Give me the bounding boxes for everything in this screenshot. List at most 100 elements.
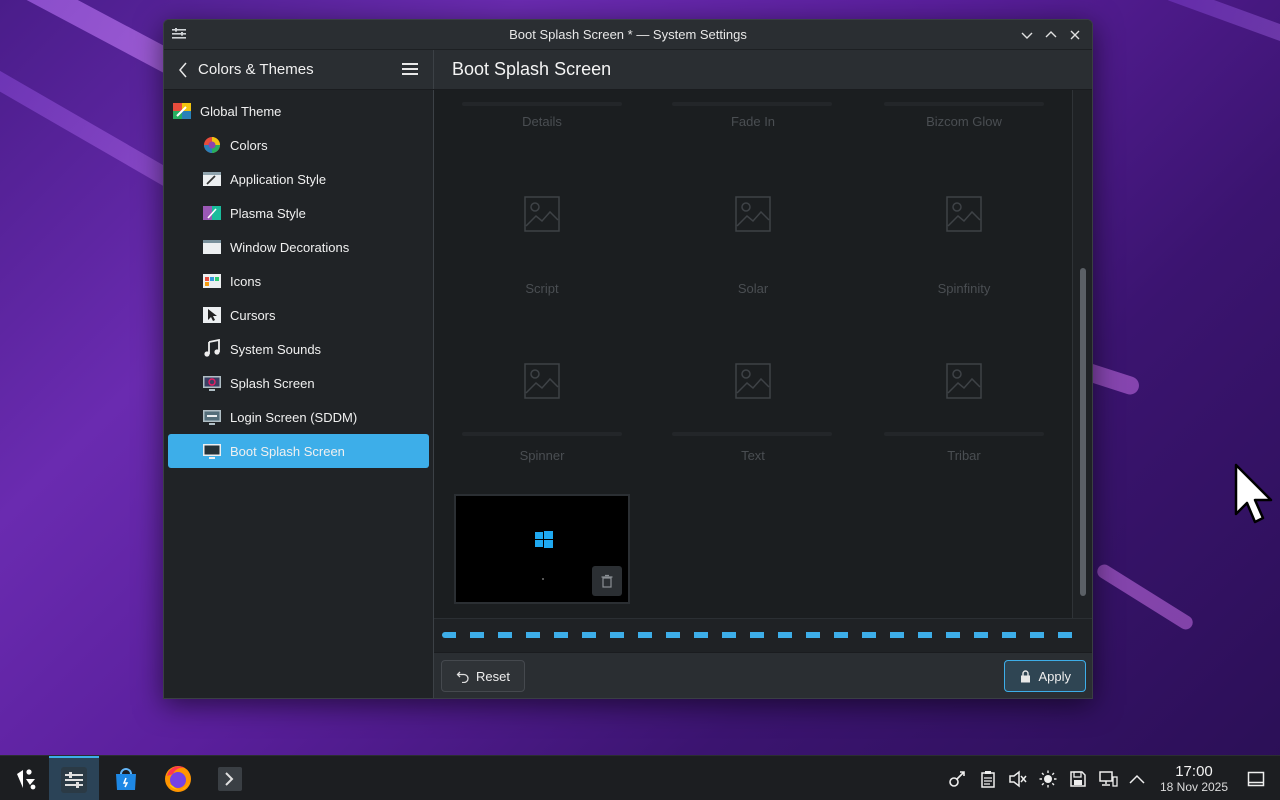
image-placeholder-icon[interactable] — [735, 196, 771, 232]
sidebar-item-label: Cursors — [230, 307, 276, 323]
scrollbar-thumb[interactable] — [1080, 268, 1086, 596]
theme-label-fade-in[interactable]: Fade In — [663, 114, 843, 129]
theme-label-details[interactable]: Details — [452, 114, 632, 129]
sidebar-item-window-decorations[interactable]: Window Decorations — [168, 230, 429, 264]
chevron-left-icon — [179, 62, 187, 77]
terminal-icon — [218, 766, 242, 791]
maximize-button[interactable] — [1040, 24, 1062, 46]
sidebar-item-label: Login Screen (SDDM) — [230, 409, 358, 425]
image-placeholder-icon[interactable] — [735, 363, 771, 399]
taskbar-system-settings[interactable] — [49, 756, 99, 800]
theme-label-solar[interactable]: Solar — [663, 281, 843, 296]
taskbar-firefox[interactable] — [153, 756, 203, 800]
minimize-button[interactable] — [1016, 24, 1038, 46]
close-button[interactable] — [1064, 24, 1086, 46]
sidebar-item-splash-screen[interactable]: Splash Screen — [168, 366, 429, 400]
progress-dot — [542, 578, 544, 580]
tray-clipboard[interactable] — [977, 768, 999, 790]
apply-label: Apply — [1038, 668, 1071, 684]
footer-bar: Reset Apply — [434, 652, 1092, 698]
sidebar-item-colors[interactable]: Colors — [168, 128, 429, 162]
tray-disks[interactable] — [1067, 768, 1089, 790]
kde-connect-icon — [949, 771, 965, 787]
global-theme-icon — [173, 103, 191, 119]
theme-label-spinfinity[interactable]: Spinfinity — [874, 281, 1054, 296]
theme-preview-tile[interactable] — [454, 494, 630, 604]
breadcrumb: Colors & Themes — [198, 61, 314, 78]
wallpaper-streak — [1094, 561, 1196, 633]
sidebar-item-login-screen[interactable]: Login Screen (SDDM) — [168, 400, 429, 434]
sidebar-item-application-style[interactable]: Application Style — [168, 162, 429, 196]
image-placeholder-icon[interactable] — [946, 363, 982, 399]
taskbar-terminal[interactable] — [205, 756, 255, 800]
close-icon — [1070, 30, 1080, 40]
sidebar-item-boot-splash-screen[interactable]: Boot Splash Screen — [168, 434, 429, 468]
sidebar-item-cursors[interactable]: Cursors — [168, 298, 429, 332]
settings-app-icon — [61, 766, 87, 793]
theme-tile-edge — [462, 102, 622, 106]
sidebar-item-icons[interactable]: Icons — [168, 264, 429, 298]
theme-label-bizcom-glow[interactable]: Bizcom Glow — [874, 114, 1054, 129]
theme-label-spinner[interactable]: Spinner — [452, 448, 632, 463]
tray-network[interactable] — [1097, 768, 1119, 790]
tray-brightness[interactable] — [1037, 768, 1059, 790]
splash-screen-icon — [203, 376, 221, 391]
sidebar-item-label: System Sounds — [230, 341, 322, 357]
tray-volume[interactable] — [1007, 768, 1029, 790]
theme-tile-edge — [884, 102, 1044, 106]
sidebar-item-global-theme[interactable]: Global Theme — [168, 94, 429, 128]
digital-clock[interactable]: 17:00 18 Nov 2025 — [1152, 764, 1236, 795]
busy-indicator-row — [434, 618, 1092, 652]
back-button[interactable] — [172, 59, 194, 81]
sidebar-item-system-sounds[interactable]: System Sounds — [168, 332, 429, 366]
image-placeholder-icon[interactable] — [946, 196, 982, 232]
colors-icon — [204, 137, 220, 153]
theme-label-text[interactable]: Text — [663, 448, 843, 463]
show-desktop-icon — [1247, 771, 1265, 787]
hamburger-icon — [402, 63, 418, 75]
hamburger-menu-button[interactable] — [401, 60, 421, 80]
vertical-scrollbar[interactable] — [1072, 90, 1092, 618]
launcher-icon — [17, 768, 36, 789]
sidebar-item-label: Application Style — [230, 171, 327, 187]
taskbar-discover[interactable] — [101, 756, 151, 800]
login-screen-icon — [203, 410, 221, 425]
theme-label-tribar[interactable]: Tribar — [874, 448, 1054, 463]
page-title: Boot Splash Screen — [452, 59, 612, 79]
theme-grid: Details Fade In Bizcom Glow Script Solar… — [434, 90, 1072, 618]
cursors-icon — [203, 307, 221, 323]
application-launcher-button[interactable] — [1, 756, 51, 800]
brightness-icon — [1039, 770, 1057, 788]
theme-label-script[interactable]: Script — [452, 281, 632, 296]
music-note-icon — [204, 339, 220, 357]
reset-label: Reset — [476, 668, 510, 684]
theme-tile-edge — [884, 432, 1044, 436]
chevron-up-icon — [1045, 31, 1057, 38]
reset-button[interactable]: Reset — [441, 660, 525, 692]
firefox-icon — [165, 765, 191, 792]
header-bar: Colors & Themes Boot Splash Screen — [164, 50, 1092, 90]
theme-tile-edge — [672, 432, 832, 436]
application-style-icon — [203, 172, 221, 186]
sidebar-item-label: Boot Splash Screen — [230, 443, 345, 459]
sidebar-item-plasma-style[interactable]: Plasma Style — [168, 196, 429, 230]
trash-icon — [601, 574, 613, 588]
icons-icon — [203, 274, 221, 288]
sidebar-item-label: Icons — [230, 273, 262, 289]
image-placeholder-icon[interactable] — [524, 363, 560, 399]
sidebar-item-label: Window Decorations — [230, 239, 350, 255]
delete-theme-button[interactable] — [592, 566, 622, 596]
apply-button[interactable]: Apply — [1004, 660, 1086, 692]
sidebar-item-label: Splash Screen — [230, 375, 315, 391]
title-bar[interactable]: Boot Splash Screen * — System Settings — [164, 20, 1092, 50]
windows-logo-icon — [535, 531, 553, 548]
theme-tile-edge — [462, 432, 622, 436]
show-desktop-button[interactable] — [1245, 768, 1267, 790]
image-placeholder-icon[interactable] — [524, 196, 560, 232]
chevron-down-icon — [1021, 32, 1033, 39]
tray-expand[interactable] — [1126, 768, 1148, 790]
undo-icon — [456, 671, 469, 683]
tray-kde-connect[interactable] — [947, 768, 969, 790]
sidebar-item-label: Plasma Style — [230, 205, 306, 221]
window-title: Boot Splash Screen * — System Settings — [509, 27, 747, 42]
